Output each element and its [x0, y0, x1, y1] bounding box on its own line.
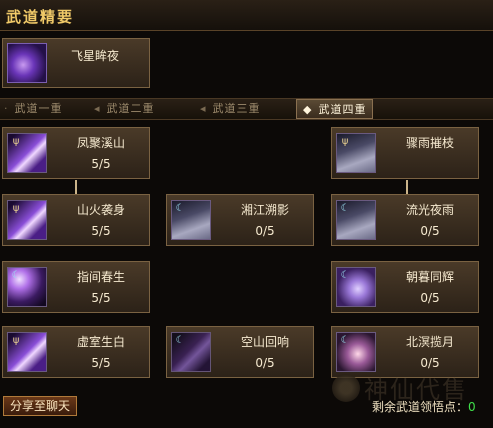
remaining-points-value: 0 [468, 400, 476, 414]
skill-name: 凤聚溪山 [76, 136, 125, 150]
trident-badge-icon: ψ [12, 203, 20, 214]
skill-card[interactable]: ψ 骤雨摧枝 [331, 127, 479, 179]
tab-separator-icon: · [4, 102, 9, 115]
echo-skill-icon: ☾ [171, 332, 211, 372]
skill-level: 5/5 [91, 291, 111, 305]
blade-skill-icon: ψ [7, 133, 47, 173]
river-skill-icon: ☾ [171, 200, 211, 240]
blade-skill-icon: ψ [7, 200, 47, 240]
share-to-chat-button[interactable]: 分享至聊天 [3, 396, 77, 416]
spirit-skill-icon: ☾ [336, 332, 376, 372]
skill-name: 空山回响 [240, 335, 289, 349]
tier-tabs: · 武道一重 ◂ 武道二重 ◂ 武道三重 ◆ 武道四重 [0, 98, 493, 120]
skill-level: 5/5 [91, 157, 111, 171]
tab-tier-2[interactable]: ◂ 武道二重 [94, 99, 155, 119]
skill-name: 流光夜雨 [405, 203, 454, 217]
skill-connector [75, 180, 77, 194]
watermark-logo-icon [332, 374, 360, 402]
tab-separator-icon: ◂ [200, 102, 207, 115]
skill-level: 0/5 [255, 356, 275, 370]
comet-skill-icon: ☾ [7, 267, 47, 307]
skill-level: 0/5 [420, 224, 440, 238]
blade-skill-icon: ψ [7, 332, 47, 372]
moon-badge-icon: ☾ [340, 270, 350, 281]
tab-tier-1[interactable]: · 武道一重 [4, 99, 63, 119]
skill-card[interactable]: ψ 山火袭身 5/5 [2, 194, 150, 246]
trident-badge-icon: ψ [12, 136, 20, 147]
skill-card[interactable]: ψ 虚室生白 5/5 [2, 326, 150, 378]
light-rain-skill-icon: ☾ [336, 200, 376, 240]
skill-name: 虚室生白 [76, 335, 125, 349]
remaining-points: 剩余武道领悟点：0 [372, 398, 476, 415]
skill-connector [406, 180, 408, 194]
rain-skill-icon: ψ [336, 133, 376, 173]
trident-badge-icon: ψ [341, 136, 349, 147]
moon-badge-icon: ☾ [340, 203, 350, 214]
flying-star-icon [7, 43, 47, 83]
moon-badge-icon: ☾ [175, 335, 185, 346]
dragon-skill-icon: ☾ [336, 267, 376, 307]
trident-badge-icon: ψ [12, 335, 20, 346]
skill-card[interactable]: ☾ 指间春生 5/5 [2, 261, 150, 313]
title-bar: 武道精要 [0, 0, 493, 31]
moon-badge-icon: ☾ [11, 270, 21, 281]
skill-level: 0/5 [420, 356, 440, 370]
window-title: 武道精要 [6, 8, 75, 26]
skill-card[interactable]: ☾ 流光夜雨 0/5 [331, 194, 479, 246]
skill-name: 骤雨摧枝 [405, 136, 454, 150]
moon-badge-icon: ☾ [175, 203, 185, 214]
tab-tier-4[interactable]: ◆ 武道四重 [296, 99, 374, 119]
skill-name: 湘江溯影 [240, 203, 289, 217]
skill-level: 5/5 [91, 224, 111, 238]
tab-separator-icon: ◂ [94, 102, 101, 115]
skill-name: 朝暮同辉 [405, 270, 454, 284]
feature-card[interactable]: 飞星眸夜 [2, 38, 150, 88]
skill-level: 0/5 [420, 291, 440, 305]
moon-badge-icon: ☾ [340, 335, 350, 346]
feature-name: 飞星眸夜 [71, 49, 120, 63]
skill-card[interactable]: ψ 凤聚溪山 5/5 [2, 127, 150, 179]
skill-name: 指间春生 [76, 270, 125, 284]
skill-card[interactable]: ☾ 空山回响 0/5 [166, 326, 314, 378]
skill-card[interactable]: ☾ 湘江溯影 0/5 [166, 194, 314, 246]
skill-level: 5/5 [91, 356, 111, 370]
tab-diamond-icon: ◆ [303, 103, 313, 116]
skill-card[interactable]: ☾ 朝暮同辉 0/5 [331, 261, 479, 313]
tab-tier-3[interactable]: ◂ 武道三重 [200, 99, 261, 119]
skill-name: 北溟揽月 [405, 335, 454, 349]
skill-level: 0/5 [255, 224, 275, 238]
remaining-points-label: 剩余武道领悟点： [372, 400, 469, 414]
skill-name: 山火袭身 [76, 203, 125, 217]
